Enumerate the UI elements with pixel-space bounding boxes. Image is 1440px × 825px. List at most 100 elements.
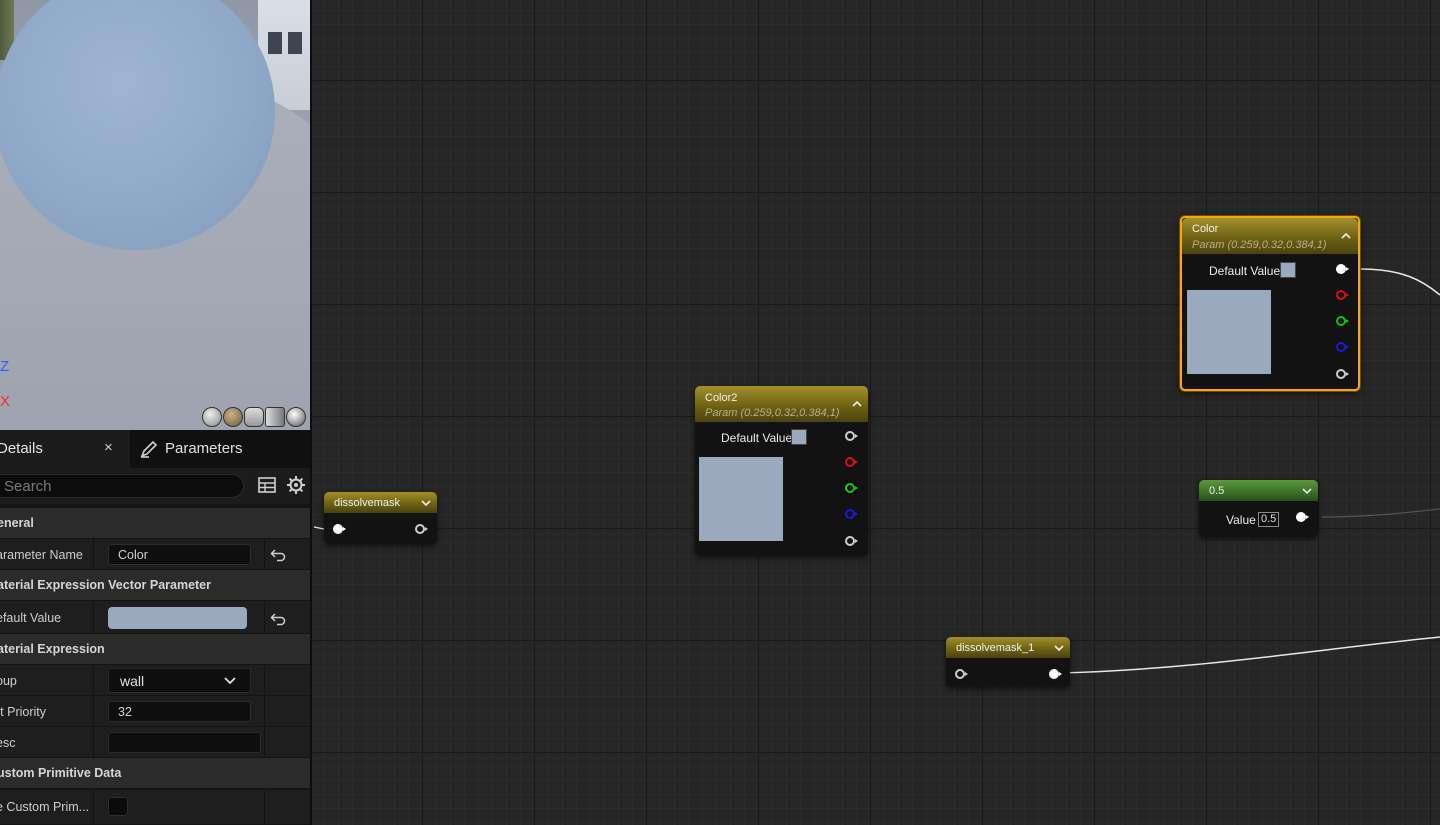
pencil-icon [140,440,158,458]
default-value-label: Default Value [721,431,793,445]
output-pin[interactable] [1049,669,1062,679]
plane-preview-icon[interactable] [244,407,264,427]
node-dissolvemask-1[interactable]: dissolvemask_1 [946,637,1070,687]
column-divider [264,665,265,696]
default-value-label: Default Value [1209,264,1281,278]
value-label: Value [1226,513,1256,527]
wire [313,526,325,530]
input-pin[interactable] [955,669,968,679]
reset-arrow-icon[interactable] [270,546,286,562]
node-subtitle: Param (0.259,0.32,0.384,1) [705,407,840,419]
property-label: esc [0,736,16,750]
value-field[interactable]: 0.5 [1258,512,1280,527]
tab-details[interactable]: Details × [0,430,130,468]
column-divider [93,727,94,758]
cylinder-preview-icon[interactable] [202,407,222,427]
category-material-expression-vector-parameter[interactable]: aterial Expression Vector Parameter [0,570,310,601]
building-window [268,32,282,54]
output-pin-rgb[interactable] [845,431,858,441]
table-view-icon[interactable] [258,476,276,494]
default-value-color-swatch[interactable] [108,607,247,629]
color-preview [1187,290,1271,374]
property-label: oup [0,674,17,688]
wire [1057,636,1440,674]
desc-field[interactable] [108,732,261,753]
output-pin-a[interactable] [1336,369,1349,379]
node-title: 0.5 [1209,485,1225,497]
output-pin-r[interactable] [845,457,858,467]
output-pin-g[interactable] [845,483,858,493]
wire [1321,508,1440,518]
category-label: ustom Primitive Data [0,766,122,780]
graph-wires [313,268,1440,674]
output-pin[interactable] [1296,512,1309,522]
material-graph[interactable]: dissolvemask Color2 Param (0.259,0.32,0.… [312,0,1440,825]
default-value-swatch[interactable] [1280,262,1296,278]
group-dropdown[interactable]: wall [108,668,251,693]
node-scalar[interactable]: 0.5 Value 0.5 [1199,480,1318,537]
property-use-custom-primitive-data: e Custom Prim... [0,790,310,825]
chevron-down-icon[interactable] [1053,643,1065,653]
column-divider [93,790,94,825]
category-custom-primitive-data[interactable]: ustom Primitive Data [0,758,310,789]
preview-mesh-toolbar [202,407,306,427]
material-editor: Z X Details × Parameters Search eneral a… [0,0,1440,825]
node-color[interactable]: Color Param (0.259,0.32,0.384,1) Default… [1180,216,1360,391]
column-divider [264,696,265,727]
sphere-preview-icon[interactable] [223,407,243,427]
property-group: oup wall [0,665,310,696]
chevron-down-icon[interactable] [420,498,432,508]
output-pin-g[interactable] [1336,316,1349,326]
sort-priority-field[interactable]: 32 [108,701,251,722]
category-label: aterial Expression Vector Parameter [0,578,212,592]
tab-parameters-label: Parameters [165,440,243,457]
chevron-up-icon[interactable] [1340,231,1352,241]
gear-icon[interactable] [286,475,306,495]
output-pin[interactable] [415,524,428,534]
output-pin-a[interactable] [845,536,858,546]
chevron-down-icon[interactable] [1301,486,1313,496]
column-divider [93,601,94,634]
use-custom-primitive-checkbox[interactable] [108,797,128,816]
axis-x-label: X [0,393,11,410]
output-pin-b[interactable] [1336,342,1349,352]
parameter-name-field[interactable]: Color [108,544,251,565]
category-label: aterial Expression [0,642,105,656]
category-label: eneral [0,516,34,530]
chevron-down-icon [224,677,236,685]
column-divider [264,727,265,758]
tab-parameters[interactable]: Parameters [140,430,280,468]
custom-mesh-preview-icon[interactable] [286,407,306,427]
close-icon[interactable]: × [104,439,113,456]
category-general[interactable]: eneral [0,508,310,539]
search-input[interactable]: Search [0,474,244,498]
column-divider [264,539,265,570]
preview-viewport[interactable]: Z X [0,0,310,430]
output-pin-rgb[interactable] [1336,264,1349,274]
node-dissolvemask[interactable]: dissolvemask [324,492,437,544]
column-divider [93,665,94,696]
property-label: rt Priority [0,705,46,719]
property-desc: esc [0,727,310,758]
details-panel: Details × Parameters Search eneral arame… [0,430,310,825]
tab-details-label: Details [0,440,43,457]
input-pin[interactable] [333,524,346,534]
node-color2[interactable]: Color2 Param (0.259,0.32,0.384,1) Defaul… [695,386,868,556]
property-sort-priority: rt Priority 32 [0,696,310,727]
column-divider [93,539,94,570]
category-material-expression[interactable]: aterial Expression [0,634,310,665]
search-row: Search [0,468,310,504]
color-preview [699,457,783,541]
node-subtitle: Param (0.259,0.32,0.384,1) [1192,239,1327,251]
property-label: efault Value [0,611,62,625]
reset-arrow-icon[interactable] [270,610,286,626]
group-dropdown-value: wall [120,673,145,689]
output-pin-b[interactable] [845,509,858,519]
property-label: arameter Name [0,548,83,562]
chevron-up-icon[interactable] [851,399,863,409]
default-value-swatch[interactable] [791,429,807,445]
building-window [288,32,302,54]
cube-preview-icon[interactable] [265,407,285,427]
property-label: e Custom Prim... [0,800,90,814]
output-pin-r[interactable] [1336,290,1349,300]
